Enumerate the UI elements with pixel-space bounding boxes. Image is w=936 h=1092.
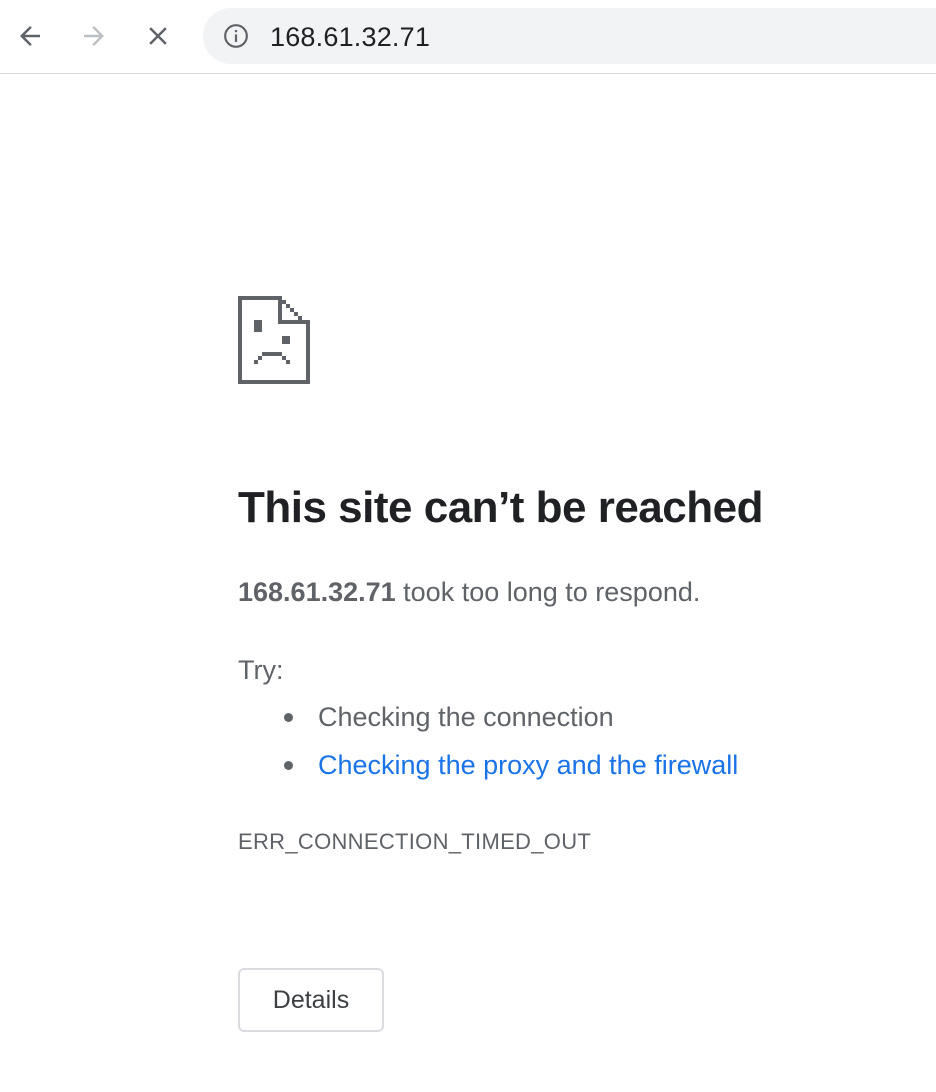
- suggestion-text: Checking the connection: [318, 702, 614, 732]
- bullet: [284, 713, 293, 722]
- arrow-left-icon: [20, 26, 40, 46]
- info-icon[interactable]: [223, 23, 249, 49]
- error-summary: 168.61.32.71 took too long to respond.: [238, 575, 700, 609]
- proxy-firewall-link[interactable]: Checking the proxy and the firewall: [318, 750, 738, 780]
- sad-document-icon: [238, 296, 310, 384]
- try-label: Try:: [238, 655, 284, 685]
- error-heading: This site can’t be reached: [238, 483, 763, 532]
- arrow-right-icon: [84, 26, 104, 46]
- stop-loading-button[interactable]: [136, 14, 180, 58]
- back-button[interactable]: [8, 14, 52, 58]
- error-summary-text: took too long to respond.: [395, 577, 701, 607]
- browser-toolbar: 168.61.32.71: [0, 0, 936, 74]
- suggestion-item-connection: Checking the connection: [238, 700, 738, 748]
- suggestion-item-proxy-firewall: Checking the proxy and the firewall: [238, 748, 738, 796]
- address-bar[interactable]: 168.61.32.71: [203, 8, 936, 64]
- suggestions-list: Checking the connection Checking the pro…: [238, 700, 738, 796]
- address-bar-url[interactable]: 168.61.32.71: [270, 22, 430, 52]
- details-button[interactable]: Details: [238, 968, 384, 1032]
- error-code: ERR_CONNECTION_TIMED_OUT: [238, 829, 592, 854]
- bullet: [284, 761, 293, 770]
- error-host: 168.61.32.71: [238, 577, 396, 607]
- forward-button[interactable]: [72, 14, 116, 58]
- close-icon: [149, 27, 167, 45]
